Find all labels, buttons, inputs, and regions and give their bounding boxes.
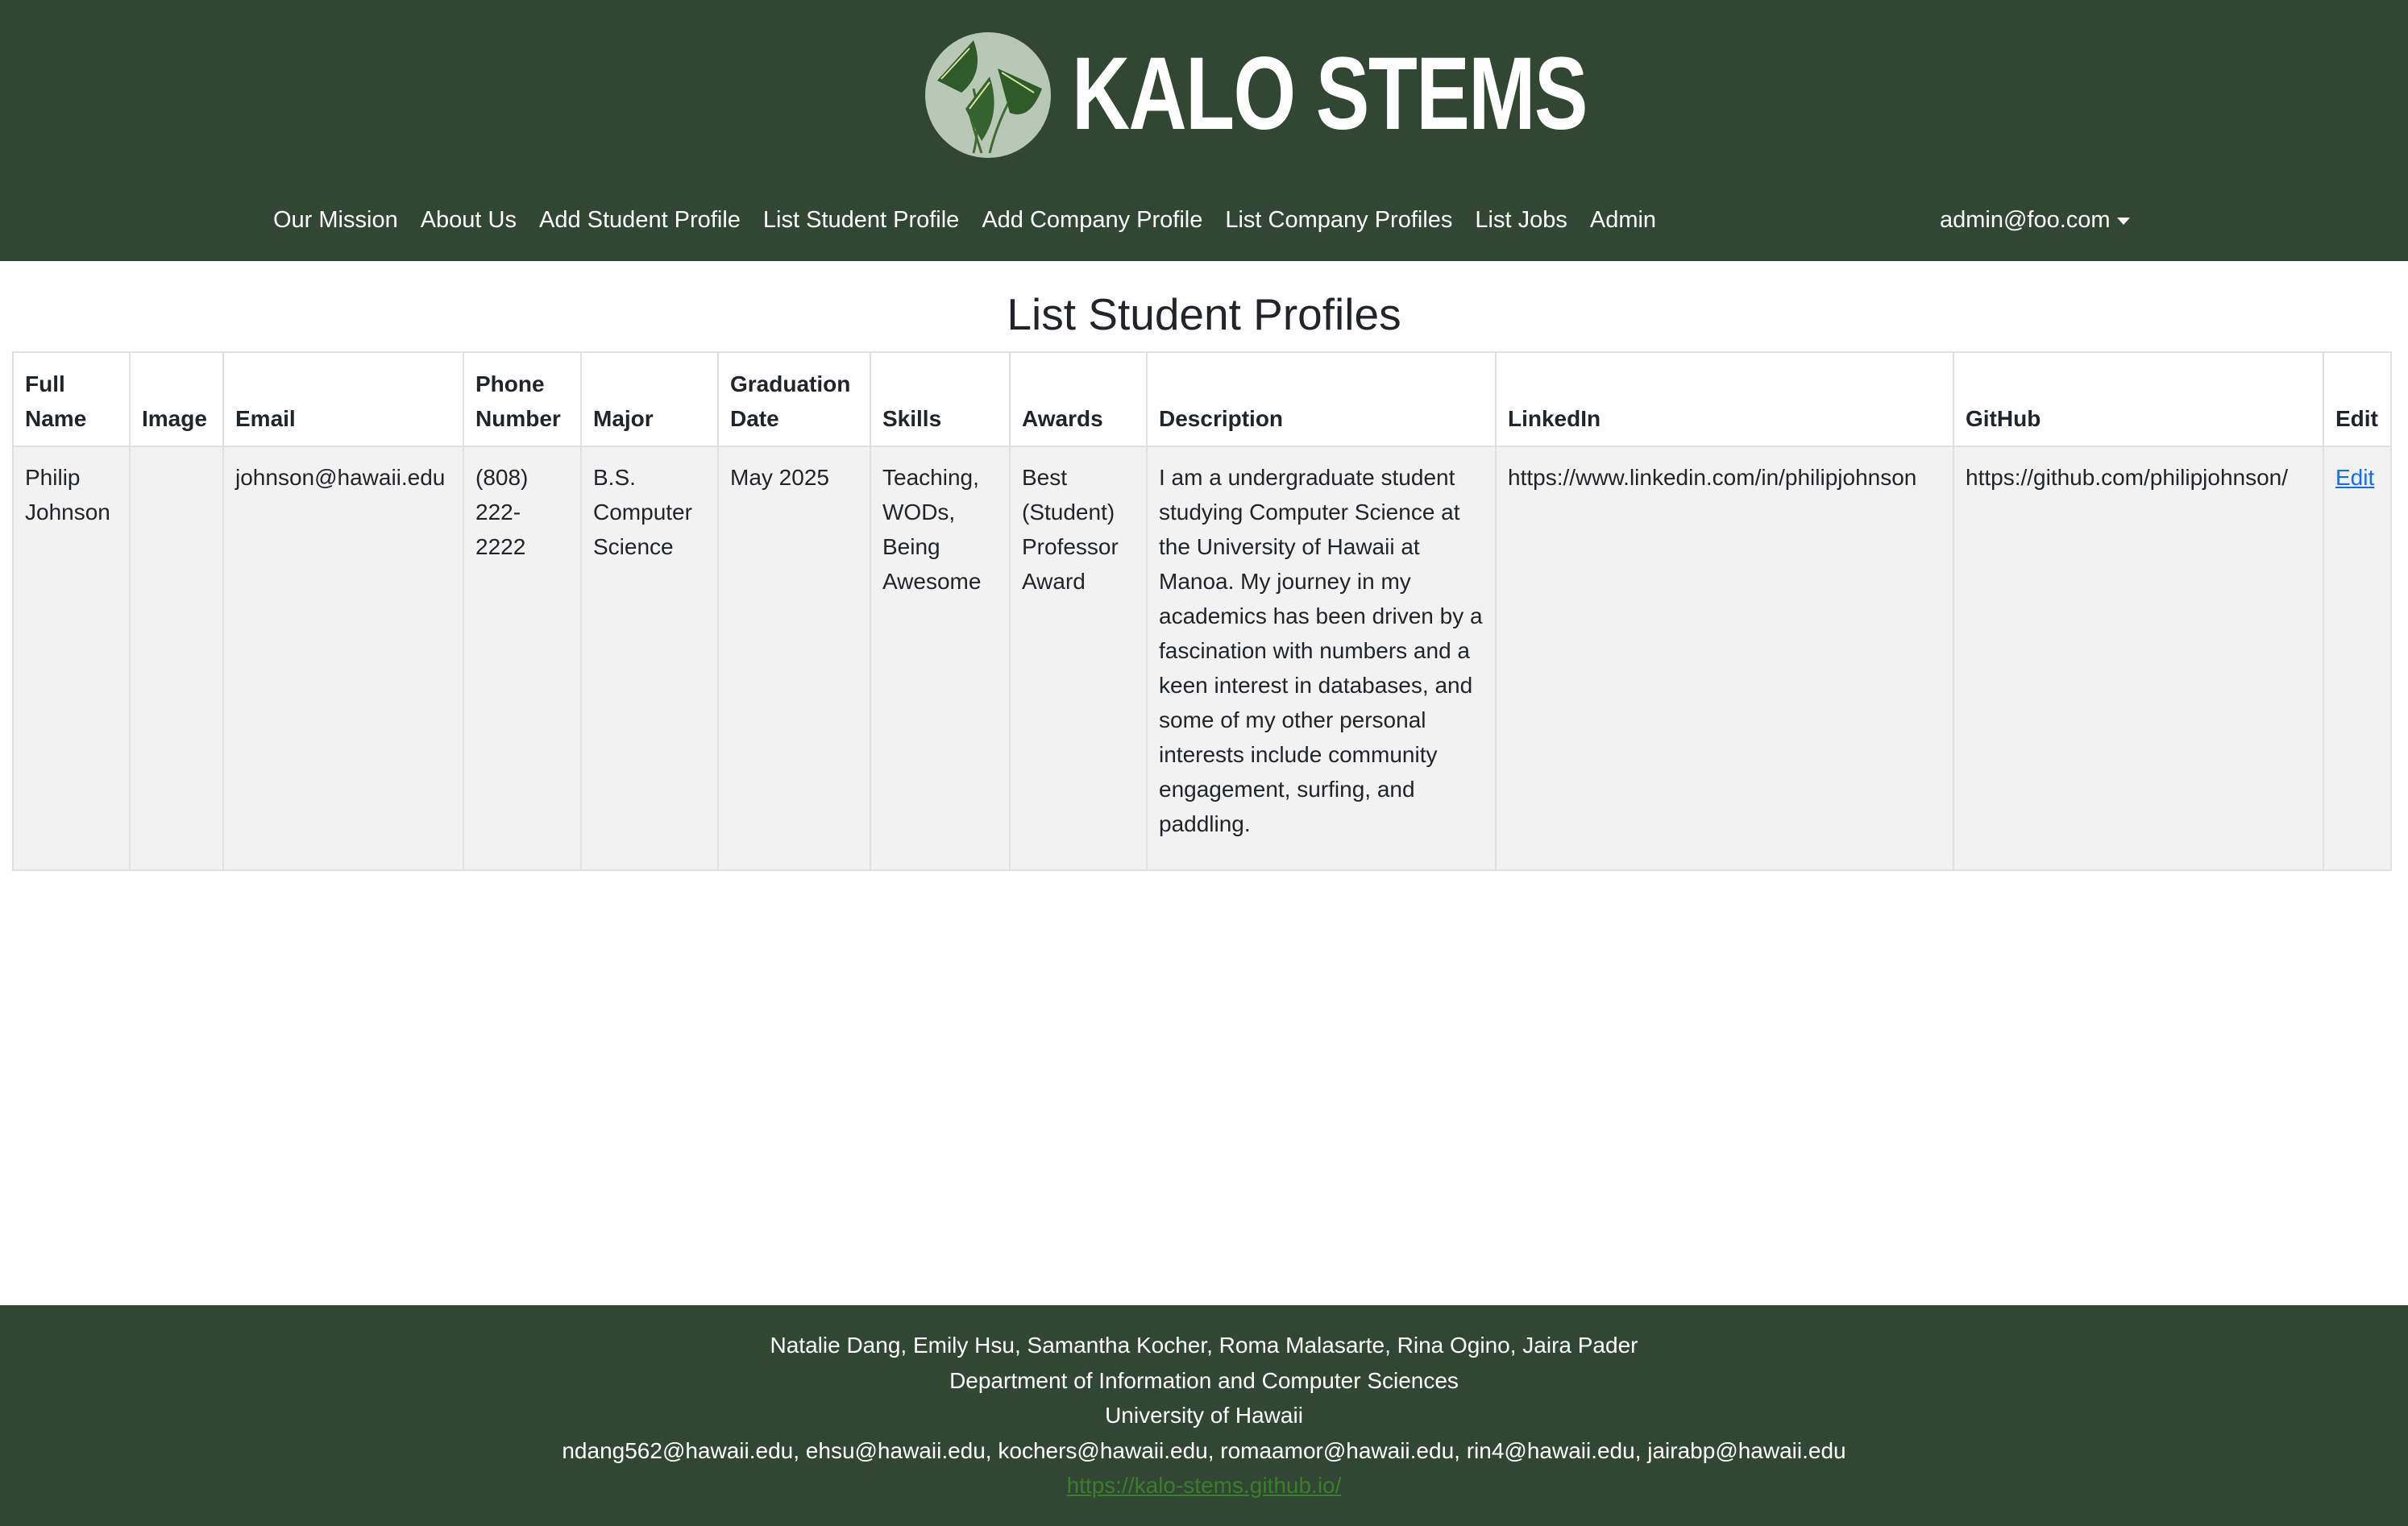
col-linkedin: LinkedIn	[1495, 351, 1954, 447]
main-nav: Our Mission About Us Add Student Profile…	[273, 201, 1656, 238]
table-row: Philip Johnson johnson@hawaii.edu (808) …	[12, 446, 2392, 871]
table-header-row: Full Name Image Email Phone Number Major…	[12, 351, 2392, 447]
nav-list-company-profiles[interactable]: List Company Profiles	[1225, 201, 1452, 238]
nav-about-us[interactable]: About Us	[421, 201, 517, 238]
col-email: Email	[222, 351, 464, 447]
cell-major: B.S. Computer Science	[580, 446, 719, 871]
footer-department: Department of Information and Computer S…	[949, 1367, 1459, 1393]
cell-full-name: Philip Johnson	[12, 446, 131, 871]
brand-title[interactable]: KALO STEMS	[1072, 34, 1588, 155]
cell-graduation: May 2025	[717, 446, 871, 871]
col-github: GitHub	[1953, 351, 2324, 447]
footer-site-link[interactable]: https://kalo-stems.github.io/	[1067, 1473, 1342, 1498]
cell-awards: Best (Student) Professor Award	[1009, 446, 1148, 871]
nav-list-student-profile[interactable]: List Student Profile	[763, 201, 959, 238]
student-profiles-table: Full Name Image Email Phone Number Major…	[12, 351, 2392, 871]
nav-add-student-profile[interactable]: Add Student Profile	[539, 201, 741, 238]
user-dropdown[interactable]: admin@foo.com	[1940, 201, 2130, 238]
footer-university: University of Hawaii	[1105, 1403, 1303, 1428]
footer-names: Natalie Dang, Emily Hsu, Samantha Kocher…	[770, 1333, 1638, 1358]
nav-add-company-profile[interactable]: Add Company Profile	[982, 201, 1202, 238]
navbar: KALO STEMS Our Mission About Us Add Stud…	[0, 0, 2408, 261]
cell-skills: Teaching, WODs, Being Awesome	[870, 446, 1011, 871]
cell-description: I am a undergraduate student studying Co…	[1146, 446, 1497, 871]
col-major: Major	[580, 351, 719, 447]
caret-down-icon	[2116, 217, 2130, 225]
col-phone: Phone Number	[463, 351, 582, 447]
page-title: List Student Profiles	[1007, 289, 1401, 339]
user-email: admin@foo.com	[1940, 207, 2111, 233]
col-awards: Awards	[1009, 351, 1148, 447]
footer-emails: ndang562@hawaii.edu, ehsu@hawaii.edu, ko…	[562, 1437, 1846, 1463]
cell-phone: (808) 222-2222	[463, 446, 582, 871]
edit-link[interactable]: Edit	[2335, 465, 2374, 490]
cell-github: https://github.com/philipjohnson/	[1953, 446, 2324, 871]
col-description: Description	[1146, 351, 1497, 447]
col-image: Image	[129, 351, 224, 447]
nav-admin[interactable]: Admin	[1590, 201, 1656, 238]
cell-edit: Edit	[2323, 446, 2392, 871]
nav-list-jobs[interactable]: List Jobs	[1475, 201, 1567, 238]
col-full-name: Full Name	[12, 351, 131, 447]
nav-our-mission[interactable]: Our Mission	[273, 201, 398, 238]
taro-leaf-logo-icon[interactable]	[925, 32, 1051, 158]
footer: Natalie Dang, Emily Hsu, Samantha Kocher…	[0, 1305, 2408, 1526]
cell-email: johnson@hawaii.edu	[222, 446, 464, 871]
cell-linkedin: https://www.linkedin.com/in/philipjohnso…	[1495, 446, 1954, 871]
col-graduation: Graduation Date	[717, 351, 871, 447]
col-edit: Edit	[2323, 351, 2392, 447]
cell-image	[129, 446, 224, 871]
col-skills: Skills	[870, 351, 1011, 447]
